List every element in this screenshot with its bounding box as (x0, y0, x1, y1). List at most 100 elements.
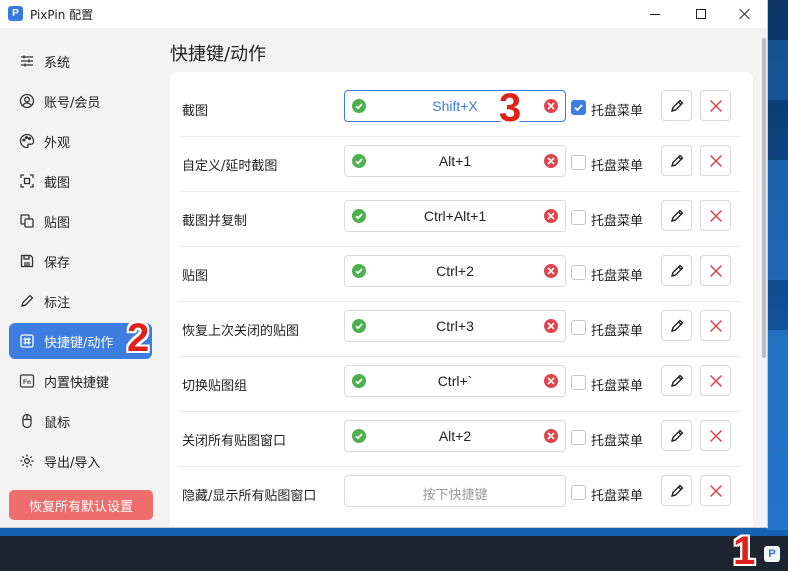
title-bar[interactable]: P PixPin 配置 (0, 0, 767, 28)
check-circle-icon (352, 374, 366, 388)
check-circle-icon (352, 99, 366, 113)
mouse-icon (19, 413, 35, 429)
minimize-icon (650, 13, 660, 15)
pencil-icon (670, 99, 683, 112)
annotation-number-3: 3 (499, 86, 522, 130)
tray-menu-label: 托盘菜单 (591, 379, 644, 394)
clear-hotkey-button[interactable] (544, 429, 558, 443)
clear-hotkey-button[interactable] (544, 264, 558, 278)
fn-key-icon: Fn (19, 373, 35, 389)
app-logo-icon: P (8, 6, 23, 21)
hotkey-row: 截图 Shift+X 托盘菜单 (170, 82, 753, 137)
row-label: 截图 (182, 104, 209, 119)
reset-defaults-button[interactable]: 恢复所有默认设置 (9, 490, 153, 520)
edit-button[interactable] (661, 475, 692, 506)
edit-button[interactable] (661, 90, 692, 121)
edit-button[interactable] (661, 420, 692, 451)
sidebar-item-pin[interactable]: 贴图 (9, 203, 152, 239)
pencil-icon (670, 429, 683, 442)
tray-menu-checkbox[interactable] (571, 100, 586, 115)
hotkey-input[interactable]: Ctrl+2 (344, 255, 566, 287)
settings-window: P PixPin 配置 系统 账号/会员 外观 截图 贴图 保存 标注 快捷键/… (0, 0, 768, 528)
sidebar-item-annotate[interactable]: 标注 (9, 283, 152, 319)
clear-hotkey-button[interactable] (544, 374, 558, 388)
clear-hotkey-button[interactable] (544, 209, 558, 223)
scrollbar-thumb[interactable] (762, 38, 766, 358)
user-icon (19, 93, 35, 109)
tray-menu-checkbox[interactable] (571, 430, 586, 445)
tray-menu-label: 托盘菜单 (591, 489, 644, 504)
delete-button[interactable] (700, 310, 731, 341)
clear-hotkey-button[interactable] (544, 319, 558, 333)
pencil-icon (670, 209, 683, 222)
close-button[interactable] (722, 0, 767, 28)
sidebar-item-account[interactable]: 账号/会员 (9, 83, 152, 119)
row-label: 恢复上次关闭的贴图 (182, 324, 300, 339)
hotkey-input[interactable]: Ctrl+` (344, 365, 566, 397)
close-icon (709, 154, 722, 167)
hotkey-row: 切换贴图组 Ctrl+` 托盘菜单 (170, 357, 753, 412)
page-title: 快捷键/动作 (170, 44, 267, 65)
tray-menu-label: 托盘菜单 (591, 269, 644, 284)
hotkey-input[interactable]: Shift+X (344, 90, 566, 122)
sidebar-item-appearance[interactable]: 外观 (9, 123, 152, 159)
tray-menu-checkbox[interactable] (571, 265, 586, 280)
tray-menu-checkbox[interactable] (571, 155, 586, 170)
sidebar-item-label: 鼠标 (44, 415, 71, 431)
pixpin-tray-icon[interactable]: P (764, 546, 780, 562)
sidebar-item-label: 外观 (44, 135, 71, 151)
clear-hotkey-button[interactable] (544, 154, 558, 168)
edit-button[interactable] (661, 365, 692, 396)
hotkey-input[interactable]: Ctrl+3 (344, 310, 566, 342)
hotkey-input[interactable]: Ctrl+Alt+1 (344, 200, 566, 232)
save-icon (19, 253, 35, 269)
delete-button[interactable] (700, 145, 731, 176)
delete-button[interactable] (700, 255, 731, 286)
close-icon (709, 319, 722, 332)
tray-menu-label: 托盘菜单 (591, 434, 644, 449)
hotkey-value: Alt+2 (438, 428, 472, 444)
hotkey-value: Ctrl+Alt+1 (423, 208, 487, 224)
hotkey-input[interactable]: Alt+1 (344, 145, 566, 177)
row-label: 贴图 (182, 269, 209, 284)
sidebar-item-system[interactable]: 系统 (9, 43, 152, 79)
delete-button[interactable] (700, 90, 731, 121)
sidebar-item-label: 内置快捷键 (44, 375, 110, 391)
clear-hotkey-button[interactable] (544, 99, 558, 113)
scrollbar[interactable] (759, 28, 767, 527)
delete-button[interactable] (700, 365, 731, 396)
sidebar-item-builtin-hotkeys[interactable]: Fn 内置快捷键 (9, 363, 152, 399)
tray-menu-checkbox[interactable] (571, 485, 586, 500)
close-icon (709, 99, 722, 112)
maximize-icon (696, 9, 706, 19)
svg-text:Fn: Fn (23, 379, 31, 386)
hotkey-input[interactable]: Alt+2 (344, 420, 566, 452)
hotkey-row: 恢复上次关闭的贴图 Ctrl+3 托盘菜单 (170, 302, 753, 357)
edit-button[interactable] (661, 310, 692, 341)
screenshot-icon (19, 173, 35, 189)
edit-button[interactable] (661, 200, 692, 231)
hotkey-input[interactable]: 按下快捷键 (344, 475, 566, 507)
hotkey-value: Ctrl+3 (436, 318, 474, 334)
delete-button[interactable] (700, 475, 731, 506)
sidebar-item-label: 账号/会员 (44, 95, 101, 111)
delete-button[interactable] (700, 420, 731, 451)
sidebar-item-save[interactable]: 保存 (9, 243, 152, 279)
sidebar-item-mouse[interactable]: 鼠标 (9, 403, 152, 439)
edit-button[interactable] (661, 145, 692, 176)
close-icon (709, 484, 722, 497)
hash-icon (19, 333, 35, 349)
edit-button[interactable] (661, 255, 692, 286)
sidebar-item-label: 导出/导入 (44, 455, 101, 471)
sidebar-item-screenshot[interactable]: 截图 (9, 163, 152, 199)
delete-button[interactable] (700, 200, 731, 231)
tray-menu-checkbox[interactable] (571, 210, 586, 225)
check-circle-icon (352, 429, 366, 443)
check-circle-icon (352, 154, 366, 168)
sidebar-item-export-import[interactable]: 导出/导入 (9, 443, 152, 479)
maximize-button[interactable] (678, 0, 724, 28)
tray-menu-checkbox[interactable] (571, 375, 586, 390)
minimize-button[interactable] (632, 0, 678, 28)
annotation-number-1: 1 (733, 529, 756, 571)
tray-menu-checkbox[interactable] (571, 320, 586, 335)
